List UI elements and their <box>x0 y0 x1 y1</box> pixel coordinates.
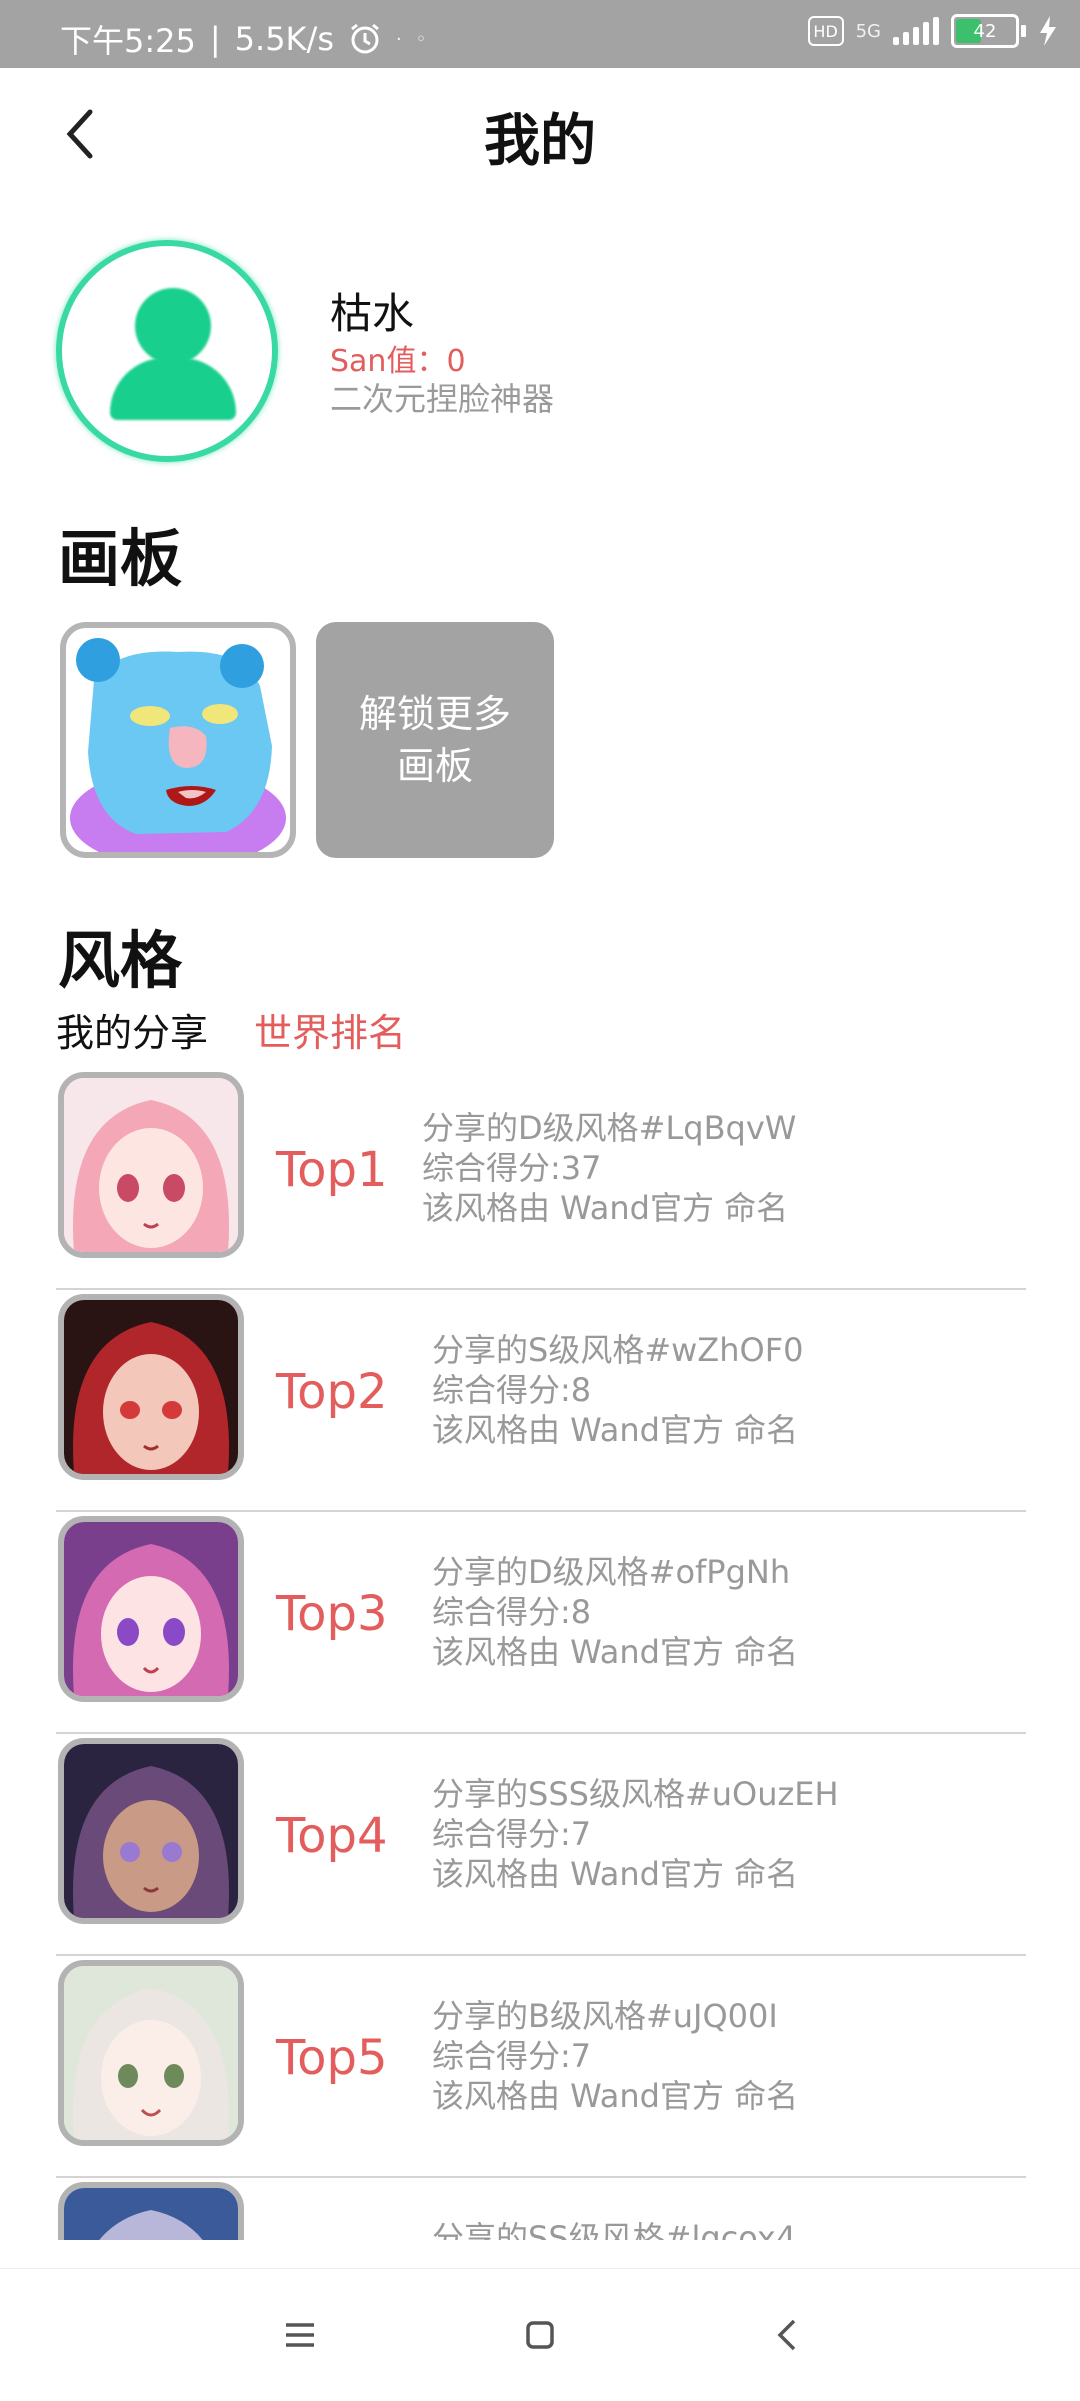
style-title: 分享的D级风格#ofPgNh <box>432 1553 791 1591</box>
style-thumbnail-1[interactable] <box>58 1072 244 1258</box>
tab-world-ranking[interactable]: 世界排名 <box>254 1002 406 1057</box>
avatar[interactable] <box>56 240 278 462</box>
network-type: 5G <box>855 20 881 42</box>
style-info: 分享的SSS级风格#uOuzEH 综合得分:7 该风格由 Wand官方 命名 <box>432 1774 839 1894</box>
section-title-style: 风格 <box>58 924 183 997</box>
style-author: 该风格由 Wand官方 命名 <box>432 1411 799 1449</box>
alarm-icon <box>351 23 379 54</box>
anime-avatar-image <box>64 2188 238 2240</box>
section-title-board: 画板 <box>58 522 183 595</box>
style-thumbnail-4[interactable] <box>58 1738 244 1924</box>
style-thumbnail-6[interactable] <box>58 2182 244 2240</box>
style-info: 分享的D级风格#ofPgNh 综合得分:8 该风格由 Wand官方 命名 <box>432 1552 798 1672</box>
style-score: 综合得分:37 <box>422 1149 602 1187</box>
rank-label: Top2 <box>276 1364 388 1420</box>
style-title: 分享的SS级风格#lqcox4 <box>432 2219 797 2240</box>
unlock-more-board-button[interactable]: 解锁更多画板 <box>316 622 554 858</box>
tab-my-share[interactable]: 我的分享 <box>56 1002 208 1057</box>
rank-label: Top1 <box>276 1142 388 1198</box>
style-thumbnail-2[interactable] <box>58 1294 244 1480</box>
style-info: 分享的SS级风格#lqcox4 <box>432 2218 796 2240</box>
rank-label: Top5 <box>276 2030 388 2086</box>
nav-back-icon[interactable] <box>764 2311 812 2359</box>
ranking-row-3[interactable]: Top3 分享的D级风格#ofPgNh 综合得分:8 该风格由 Wand官方 命… <box>56 1512 1026 1734</box>
style-thumbnail-5[interactable] <box>58 1960 244 2146</box>
style-title: 分享的B级风格#uJQ00I <box>432 1997 778 2035</box>
page-title: 我的 <box>484 109 596 174</box>
charging-icon <box>1040 16 1056 46</box>
battery-icon: 42 <box>951 14 1019 48</box>
status-left: 下午5:25 | 5.5K/s · ◦ <box>60 16 426 62</box>
ranking-row-1[interactable]: Top1 分享的D级风格#LqBqvW 综合得分:37 该风格由 Wand官方 … <box>56 1068 1026 1290</box>
ranking-row-6[interactable]: 分享的SS级风格#lqcox4 <box>56 2178 1026 2240</box>
ranking-row-4[interactable]: Top4 分享的SSS级风格#uOuzEH 综合得分:7 该风格由 Wand官方… <box>56 1734 1026 1956</box>
style-score: 综合得分:8 <box>432 1593 592 1631</box>
user-signature: 二次元捏脸神器 <box>330 380 555 418</box>
status-divider: | <box>209 20 221 58</box>
anime-avatar-image <box>64 1300 238 1474</box>
status-time: 下午5:25 <box>60 22 196 60</box>
home-icon[interactable] <box>516 2311 564 2359</box>
anime-avatar-image <box>64 1522 238 1696</box>
style-score: 综合得分:8 <box>432 1371 592 1409</box>
style-info: 分享的D级风格#LqBqvW 综合得分:37 该风格由 Wand官方 命名 <box>422 1108 796 1228</box>
status-net-speed: 5.5K/s <box>234 20 334 58</box>
style-author: 该风格由 Wand官方 命名 <box>432 2077 799 2115</box>
hd-icon: HD <box>807 16 844 46</box>
battery-level: 42 <box>973 20 997 42</box>
ranking-row-2[interactable]: Top2 分享的S级风格#wZhOF0 综合得分:8 该风格由 Wand官方 命… <box>56 1290 1026 1512</box>
style-score: 综合得分:7 <box>432 2037 592 2075</box>
notification-icon: ◦ <box>415 28 427 50</box>
style-author: 该风格由 Wand官方 命名 <box>432 1633 799 1671</box>
ranking-list[interactable]: Top1 分享的D级风格#LqBqvW 综合得分:37 该风格由 Wand官方 … <box>56 1068 1026 2240</box>
anime-avatar-image <box>64 1966 238 2140</box>
ranking-row-5[interactable]: Top5 分享的B级风格#uJQ00I 综合得分:7 该风格由 Wand官方 命… <box>56 1956 1026 2178</box>
style-tabs: 我的分享 世界排名 <box>56 1002 406 1057</box>
board-thumbnail[interactable] <box>60 622 296 858</box>
status-right: HD 5G 42 <box>807 14 1058 48</box>
notification-dot-icon: · <box>395 28 402 50</box>
menu-icon[interactable] <box>276 2311 324 2359</box>
style-info: 分享的S级风格#wZhOF0 综合得分:8 该风格由 Wand官方 命名 <box>432 1330 803 1450</box>
style-title: 分享的SSS级风格#uOuzEH <box>432 1775 839 1813</box>
style-info: 分享的B级风格#uJQ00I 综合得分:7 该风格由 Wand官方 命名 <box>432 1996 798 2116</box>
style-author: 该风格由 Wand官方 命名 <box>422 1189 789 1227</box>
signal-icon <box>893 17 939 45</box>
avatar-body <box>110 358 236 420</box>
status-bar: 下午5:25 | 5.5K/s · ◦ HD 5G 42 <box>0 0 1080 68</box>
anime-avatar-image <box>64 1744 238 1918</box>
user-name: 枯水 <box>330 289 415 338</box>
anime-avatar-image <box>64 1078 238 1252</box>
style-thumbnail-3[interactable] <box>58 1516 244 1702</box>
style-title: 分享的D级风格#LqBqvW <box>422 1109 797 1147</box>
rank-label: Top3 <box>276 1586 388 1642</box>
avatar-head <box>135 288 211 364</box>
rank-label: Top4 <box>276 1808 388 1864</box>
system-nav-bar <box>0 2268 1080 2401</box>
board-drawing <box>70 638 286 852</box>
style-score: 综合得分:7 <box>432 1815 592 1853</box>
style-title: 分享的S级风格#wZhOF0 <box>432 1331 804 1369</box>
top-bar: 我的 <box>0 68 1080 198</box>
style-author: 该风格由 Wand官方 命名 <box>432 1855 799 1893</box>
battery-cap <box>1021 25 1026 37</box>
